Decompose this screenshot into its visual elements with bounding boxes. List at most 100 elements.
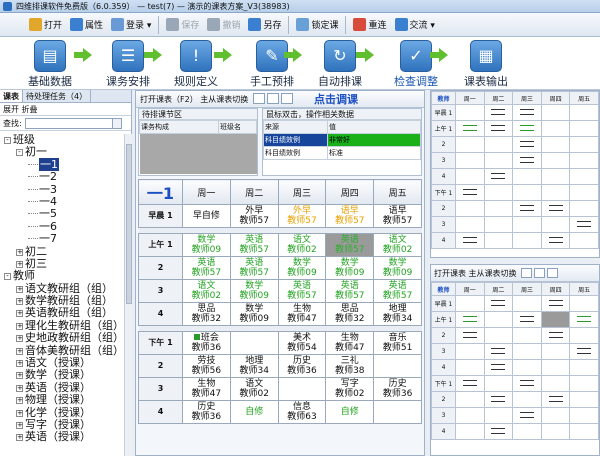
mini-cell[interactable] [512, 359, 542, 376]
mini-cell[interactable] [540, 311, 571, 328]
mini-cell[interactable] [512, 136, 542, 153]
schedule-cell[interactable]: 自修 [229, 400, 279, 424]
mini-cell[interactable] [512, 120, 542, 137]
schedule-cell[interactable] [373, 354, 422, 378]
mini-cell[interactable] [483, 311, 514, 328]
expand-icon[interactable]: + [16, 260, 23, 268]
mini-cell[interactable] [455, 136, 485, 153]
schedule-cell[interactable]: 数学 教师09 [229, 302, 279, 326]
mini-cell[interactable] [455, 423, 485, 440]
tree-node[interactable]: 一1 [0, 157, 124, 171]
mini-cell[interactable] [512, 327, 542, 344]
mini-cell[interactable] [455, 216, 485, 233]
schedule-cell[interactable]: 劳技 教师56 [182, 354, 231, 378]
lock-icon[interactable] [521, 268, 533, 278]
info-row-2-source[interactable]: 科目绩效例 [263, 146, 328, 160]
mini-cell[interactable] [483, 375, 514, 392]
mini-cell[interactable] [569, 343, 599, 360]
schedule-cell[interactable]: 思品 教师32 [182, 302, 231, 326]
mini-cell[interactable] [569, 216, 599, 233]
mini-cell[interactable] [540, 295, 571, 312]
center-header-label[interactable]: 打开课表（F2） 主从课表切换 [140, 95, 248, 104]
mini-cell[interactable] [540, 152, 571, 169]
mini-cell[interactable] [540, 168, 571, 185]
schedule-cell[interactable]: 数学 教师09 [277, 256, 327, 280]
expand-icon[interactable]: + [16, 397, 23, 405]
mini-cell[interactable] [455, 200, 485, 217]
info-row-2-value[interactable]: 标准 [327, 146, 421, 160]
expand-icon[interactable]: + [16, 310, 23, 318]
tree-node[interactable]: - 班级 [0, 134, 124, 146]
mini-cell[interactable] [540, 375, 571, 392]
mini-cell[interactable] [483, 136, 514, 153]
grid-icon[interactable] [547, 268, 559, 278]
mini-cell[interactable] [540, 200, 571, 217]
mini-cell[interactable] [455, 152, 485, 169]
collapse-icon[interactable]: - [16, 149, 23, 157]
scrollbar-thumb[interactable] [126, 144, 132, 304]
mini-cell[interactable] [540, 423, 571, 440]
schedule-cell[interactable]: 历史 教师36 [373, 377, 422, 401]
schedule-cell[interactable]: 数学 教师09 [325, 256, 375, 280]
mini-cell[interactable] [540, 216, 571, 233]
collapse-icon[interactable]: - [4, 137, 11, 144]
mini-cell[interactable] [512, 216, 542, 233]
mini-cell[interactable] [483, 216, 514, 233]
mini-cell[interactable] [569, 311, 599, 328]
schedule-cell[interactable]: 数学 教师09 [229, 279, 279, 303]
mini-cell[interactable] [569, 104, 599, 121]
mini-cell[interactable] [483, 359, 514, 376]
schedule-cell[interactable]: 早自修 [182, 204, 231, 228]
schedule-cell[interactable]: 生物 教师47 [277, 302, 327, 326]
schedule-cell[interactable]: 自修 [325, 400, 375, 424]
refresh-icon[interactable] [266, 93, 279, 104]
pending-list[interactable] [139, 133, 257, 174]
schedule-cell[interactable]: 语文 教师02 [229, 377, 279, 401]
mini-cell[interactable] [540, 359, 571, 376]
schedule-cell[interactable]: 外早 教师57 [229, 204, 279, 228]
toolbar-button-6[interactable]: 锁定课 [293, 15, 341, 35]
mini-cell[interactable] [540, 232, 571, 249]
mini-cell[interactable] [455, 391, 485, 408]
mini-cell[interactable] [569, 407, 599, 424]
tree-node[interactable]: 一2 [0, 170, 124, 183]
schedule-cell[interactable]: 语文 教师02 [182, 279, 231, 303]
mini-cell[interactable] [512, 311, 542, 328]
schedule-cell[interactable]: 英语 教师57 [277, 279, 327, 303]
expand-icon[interactable]: + [16, 347, 23, 355]
mini-cell[interactable] [569, 184, 599, 201]
mini-cell[interactable] [455, 184, 485, 201]
mini-cell[interactable] [455, 375, 485, 392]
mini-cell[interactable] [569, 375, 599, 392]
refresh-icon[interactable] [534, 268, 546, 278]
tree-node[interactable]: 一5 [0, 208, 124, 220]
schedule-cell[interactable]: 数学 教师09 [373, 256, 422, 280]
expand-icon[interactable]: + [16, 285, 23, 293]
expand-icon[interactable]: + [16, 409, 23, 417]
mini-cell[interactable] [569, 136, 599, 153]
toolbar-button-3[interactable]: 保存 [163, 15, 202, 35]
mini-cell[interactable] [483, 104, 514, 121]
workflow-step-6[interactable]: ▦ 课表输出 [446, 40, 526, 89]
schedule-cell[interactable]: 英语 教师57 [229, 233, 279, 257]
mini-cell[interactable] [569, 168, 599, 185]
info-row-1-value[interactable]: 非常好 [327, 133, 421, 147]
mini-cell[interactable] [455, 359, 485, 376]
mini-cell[interactable] [569, 295, 599, 312]
mini-cell[interactable] [455, 232, 485, 249]
mini-cell[interactable] [540, 104, 571, 121]
schedule-cell[interactable]: 音乐 教师51 [373, 331, 422, 355]
info-row-1-source[interactable]: 科目绩效例 [263, 133, 328, 147]
collapse-icon[interactable]: - [4, 273, 11, 281]
expand-icon[interactable]: + [16, 372, 23, 380]
mini-cell[interactable] [569, 120, 599, 137]
mini-cell[interactable] [455, 295, 485, 312]
mini-cell[interactable] [569, 391, 599, 408]
schedule-cell[interactable]: 英语 教师57 [229, 256, 279, 280]
tab-schedule[interactable]: 课表 [0, 90, 23, 102]
mini-cell[interactable] [540, 184, 571, 201]
mini-cell[interactable] [512, 423, 542, 440]
mini-cell[interactable] [540, 391, 571, 408]
mini-cell[interactable] [483, 407, 514, 424]
mini-cell[interactable] [512, 152, 542, 169]
